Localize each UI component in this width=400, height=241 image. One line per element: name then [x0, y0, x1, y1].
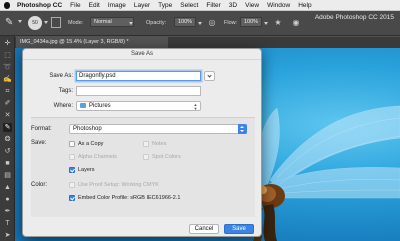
where-value: Pictures	[89, 103, 111, 109]
menu-view[interactable]: View	[245, 2, 259, 9]
flow-label: Flow:	[224, 20, 238, 26]
menu-edit[interactable]: Edit	[89, 2, 100, 9]
quick-select-tool-icon[interactable]: ✍	[3, 75, 12, 84]
menu-image[interactable]: Image	[108, 2, 126, 9]
opacity-label: Opacity:	[146, 20, 167, 26]
embed-color-profile-checkbox[interactable]	[69, 195, 75, 201]
marquee-tool-icon[interactable]: ⬚	[3, 51, 12, 60]
pressure-size-icon[interactable]: ◉	[290, 17, 302, 29]
eraser-tool-icon[interactable]: ■	[3, 159, 12, 168]
airbrush-icon[interactable]: ★	[272, 17, 284, 29]
save-button[interactable]: Save	[224, 224, 254, 234]
menu-file[interactable]: File	[70, 2, 80, 9]
app-window-title: Adobe Photoshop CC 2015	[314, 14, 394, 21]
menu-filter[interactable]: Filter	[206, 2, 220, 9]
document-tab-bar: IMG_0434a.jpg @ 15.4% (Layer 3, RGB/8) *	[15, 37, 400, 48]
crop-tool-icon[interactable]: ⌗	[3, 87, 12, 96]
menu-3d[interactable]: 3D	[229, 2, 237, 9]
mode-caret-icon	[129, 22, 133, 25]
where-select[interactable]: Pictures ▲ ▼	[76, 101, 201, 111]
opacity-field[interactable]: 100%	[174, 17, 196, 27]
color-label: Color:	[31, 182, 48, 188]
notes-checkbox[interactable]	[143, 141, 149, 147]
folder-icon	[80, 103, 86, 108]
chevron-down-icon	[207, 73, 212, 78]
pressure-opacity-icon[interactable]: ◎	[206, 17, 218, 29]
brush-picker-caret-icon[interactable]	[44, 21, 48, 24]
lasso-tool-icon[interactable]: ➰	[3, 63, 12, 72]
dodge-tool-icon[interactable]: ●	[3, 195, 12, 204]
brush-panel-icon[interactable]	[51, 17, 61, 28]
format-options-panel: Format: Photoshop Save: As a Copy Notes …	[31, 117, 255, 217]
menu-layer[interactable]: Layer	[134, 2, 150, 9]
opacity-caret-icon[interactable]	[198, 22, 202, 25]
cancel-button[interactable]: Cancel	[189, 224, 219, 234]
healing-brush-tool-icon[interactable]: ✕	[3, 111, 12, 120]
history-brush-tool-icon[interactable]: ↺	[3, 147, 12, 156]
document-tab[interactable]: IMG_0434a.jpg @ 15.4% (Layer 3, RGB/8) *	[16, 37, 168, 48]
type-tool-icon[interactable]: T	[3, 219, 12, 228]
as-a-copy-checkbox[interactable]	[69, 141, 75, 147]
flow-caret-icon[interactable]	[264, 22, 268, 25]
brush-size-picker[interactable]: 50	[28, 16, 42, 30]
save-options-label: Save:	[31, 140, 47, 146]
path-select-tool-icon[interactable]: ➤	[3, 231, 12, 240]
menu-help[interactable]: Help	[298, 2, 311, 9]
spot-colors-label: Spot Colors	[152, 154, 181, 160]
updown-arrows-icon: ▲ ▼	[193, 102, 198, 111]
save-as-dialog: Save As Save As: Dragonfly.psd Tags: Whe…	[22, 48, 262, 237]
flow-field[interactable]: 100%	[240, 17, 262, 27]
format-select[interactable]: Photoshop	[69, 124, 247, 134]
layers-label: Layers	[78, 167, 95, 173]
eyedropper-tool-icon[interactable]: ✐	[3, 99, 12, 108]
updown-arrows-icon	[238, 124, 247, 134]
gradient-tool-icon[interactable]: ▤	[3, 171, 12, 180]
apple-menu-icon[interactable]	[4, 1, 10, 9]
embed-color-profile-label: Embed Color Profile: sRGB IEC61966-2.1	[78, 195, 181, 201]
tools-panel: ✛ ⬚ ➰ ✍ ⌗ ✐ ✕ ✎ ❂ ↺ ■ ▤ ▲ ● ✒ T ➤	[0, 36, 15, 241]
tags-field[interactable]	[76, 86, 201, 96]
notes-label: Notes	[152, 141, 167, 147]
mode-select[interactable]: Normal	[90, 17, 134, 27]
format-label: Format:	[31, 126, 52, 132]
mode-label: Mode:	[68, 20, 84, 26]
menu-window[interactable]: Window	[267, 2, 290, 9]
tags-label: Tags:	[58, 88, 73, 94]
brush-tool-icon[interactable]: ✎	[3, 123, 12, 132]
where-label: Where:	[53, 103, 73, 109]
spot-colors-checkbox[interactable]	[143, 154, 149, 160]
brush-tool-icon[interactable]: ✎	[5, 17, 17, 29]
save-as-field[interactable]: Dragonfly.psd	[76, 71, 201, 81]
alpha-channels-checkbox[interactable]	[69, 154, 75, 160]
move-tool-icon[interactable]: ✛	[3, 39, 12, 48]
menu-select[interactable]: Select	[180, 2, 198, 9]
layers-checkbox[interactable]	[69, 167, 75, 173]
use-proof-setup-checkbox[interactable]	[69, 182, 75, 188]
clone-stamp-tool-icon[interactable]: ❂	[3, 135, 12, 144]
format-value: Photoshop	[73, 126, 102, 132]
use-proof-setup-label: Use Proof Setup: Working CMYK	[78, 182, 159, 188]
save-as-label: Save As:	[49, 73, 73, 79]
menu-app-name[interactable]: Photoshop CC	[17, 2, 62, 9]
expand-dialog-button[interactable]	[204, 71, 215, 81]
tool-preset-caret-icon[interactable]	[18, 20, 22, 23]
pen-tool-icon[interactable]: ✒	[3, 207, 12, 216]
menu-type[interactable]: Type	[158, 2, 172, 9]
menu-bar: Photoshop CC File Edit Image Layer Type …	[0, 0, 400, 11]
dialog-title: Save As	[23, 49, 261, 60]
alpha-channels-label: Alpha Channels	[78, 154, 117, 160]
as-a-copy-label: As a Copy	[78, 141, 104, 147]
blur-tool-icon[interactable]: ▲	[3, 183, 12, 192]
